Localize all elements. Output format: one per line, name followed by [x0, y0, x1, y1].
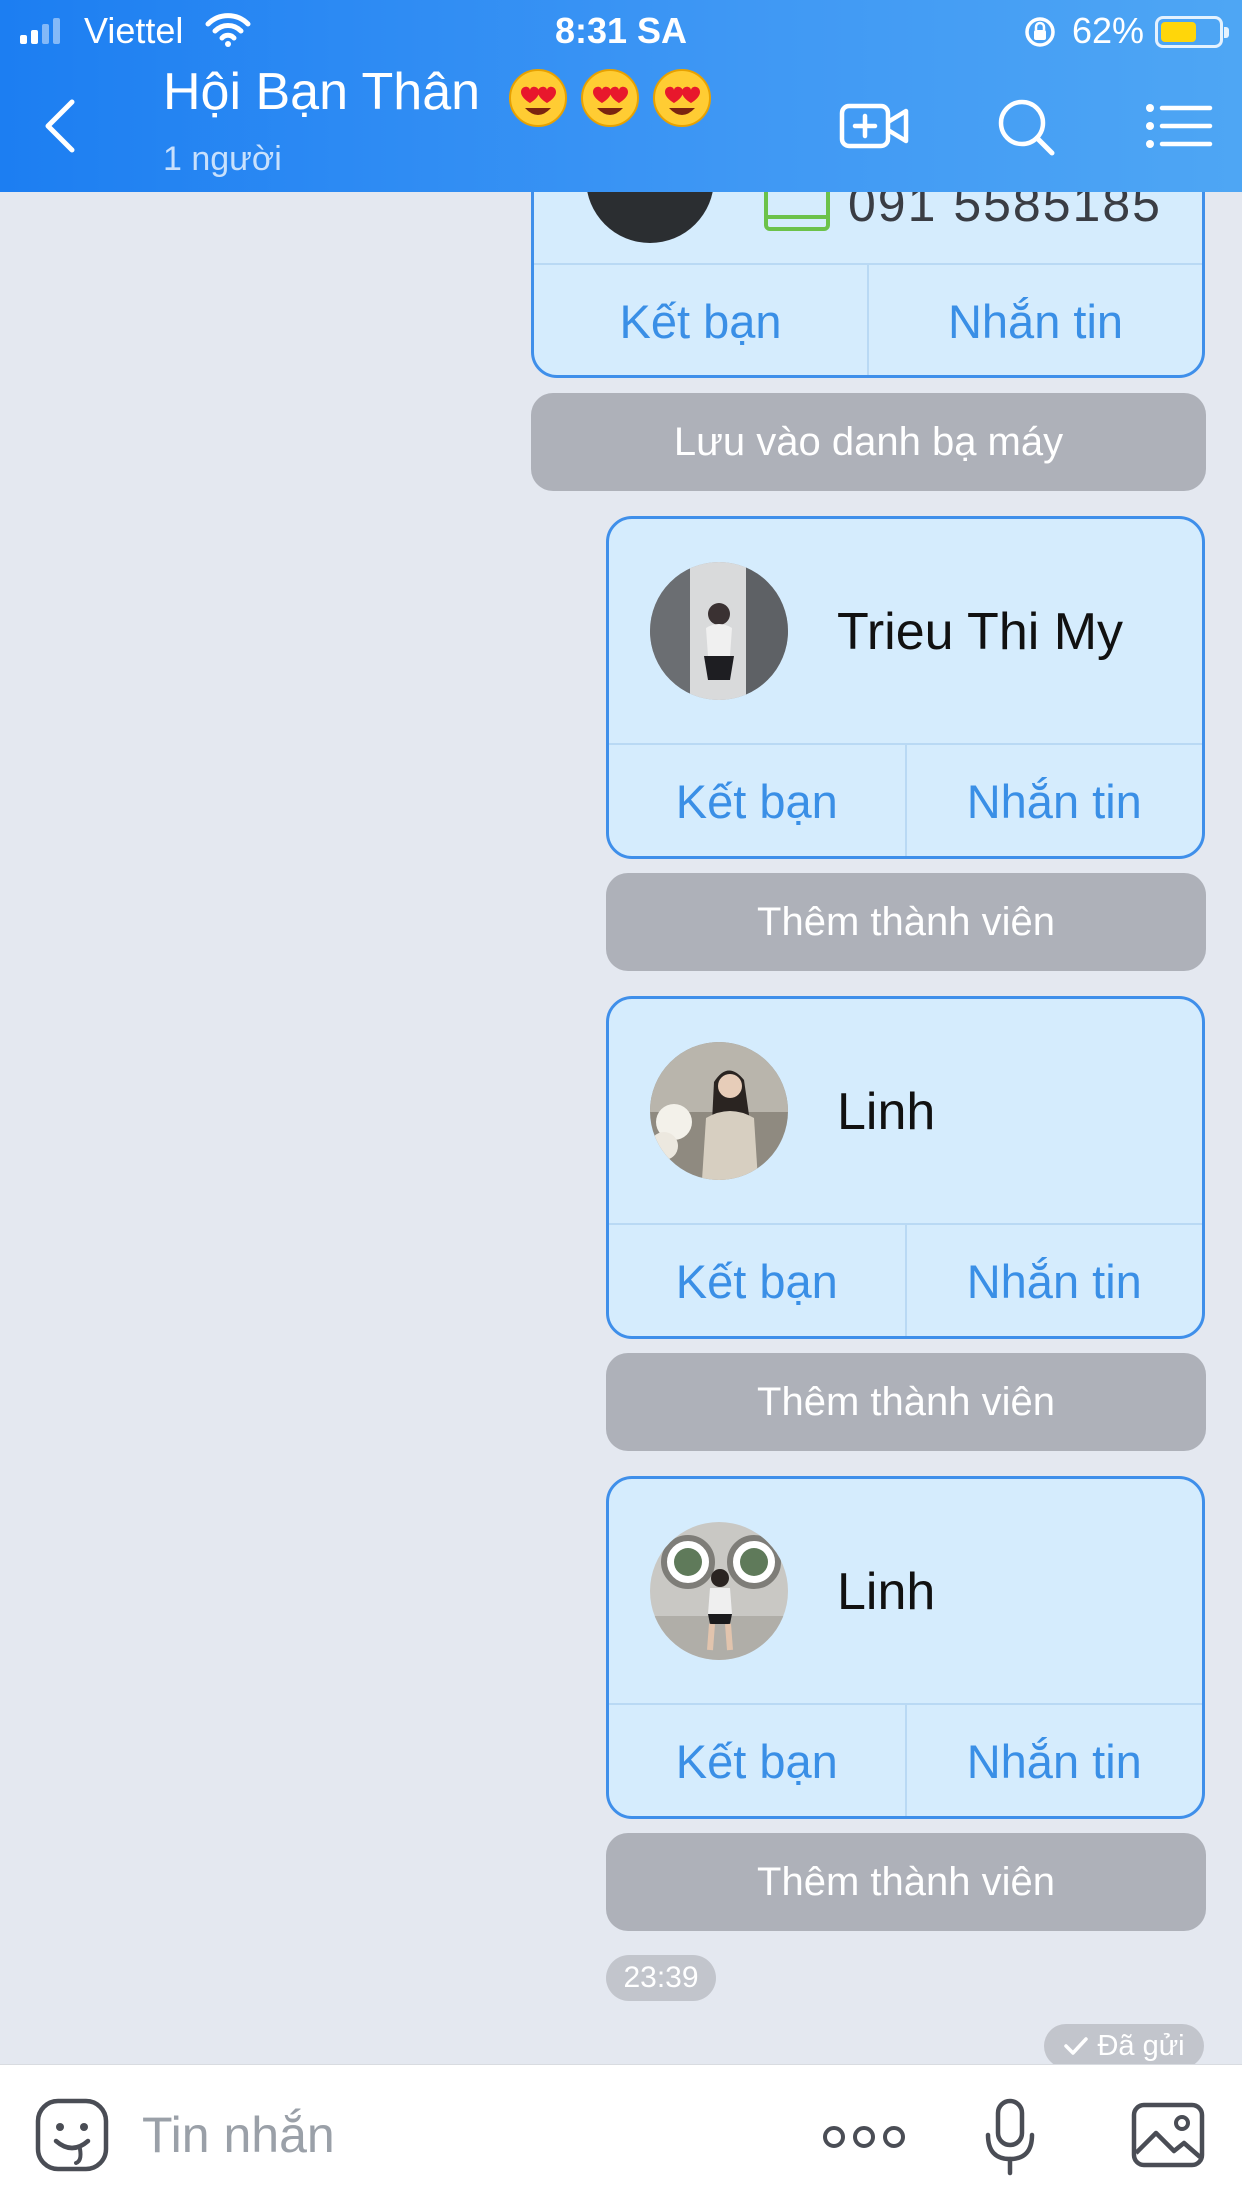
message-list[interactable]: 091 5585185 Kết bạn Nhắn tin Lưu vào dan…	[0, 192, 1242, 2064]
send-message-button[interactable]: Nhắn tin	[904, 1705, 1203, 1816]
send-message-button[interactable]: Nhắn tin	[867, 265, 1202, 375]
contact-card[interactable]: Linh Kết bạn Nhắn tin	[606, 996, 1205, 1339]
heart-eyes-emoji	[653, 69, 711, 127]
microphone-icon[interactable]	[982, 2097, 1038, 2177]
add-friend-button[interactable]: Kết bạn	[609, 1705, 905, 1816]
add-member-button[interactable]: Thêm thành viên	[606, 873, 1206, 971]
add-member-button[interactable]: Thêm thành viên	[606, 1353, 1206, 1451]
heart-eyes-emoji	[509, 69, 567, 127]
add-member-button[interactable]: Thêm thành viên	[606, 1833, 1206, 1931]
send-message-button[interactable]: Nhắn tin	[904, 745, 1203, 856]
contact-name: Linh	[837, 1563, 936, 1621]
menu-icon[interactable]	[1144, 96, 1216, 156]
sent-status-text: Đã gửi	[1097, 2029, 1185, 2062]
chat-header: Viettel 8:31 SA 62% Hội Bạn Thân 1 người	[0, 0, 1242, 192]
message-input[interactable]	[142, 2095, 762, 2175]
sticker-icon[interactable]	[34, 2097, 110, 2173]
chat-title[interactable]: Hội Bạn Thân	[163, 62, 480, 122]
more-icon[interactable]	[822, 2117, 906, 2157]
add-friend-button[interactable]: Kết bạn	[609, 1225, 905, 1336]
battery-icon	[1155, 16, 1229, 48]
contact-card[interactable]: 091 5585185 Kết bạn Nhắn tin	[531, 192, 1205, 378]
composer-bar	[0, 2064, 1242, 2208]
search-icon[interactable]	[990, 96, 1062, 156]
member-count: 1 người	[163, 140, 282, 178]
contact-phone: 091 5585185	[848, 192, 1162, 232]
video-call-icon[interactable]	[838, 96, 910, 156]
contact-avatar	[586, 192, 714, 243]
contact-card[interactable]: Linh Kết bạn Nhắn tin	[606, 1476, 1205, 1819]
contact-avatar	[650, 1042, 788, 1180]
save-contact-button[interactable]: Lưu vào danh bạ máy	[531, 393, 1206, 491]
status-bar: Viettel 8:31 SA 62%	[0, 0, 1242, 60]
rotation-lock-icon	[1025, 17, 1055, 47]
phone-card-icon	[764, 192, 830, 231]
check-icon	[1064, 2037, 1089, 2055]
contact-name: Linh	[837, 1083, 936, 1141]
add-friend-button[interactable]: Kết bạn	[534, 265, 867, 375]
back-icon[interactable]	[34, 96, 94, 156]
battery-percent: 62%	[1072, 10, 1145, 51]
image-icon[interactable]	[1130, 2099, 1206, 2171]
title-emojis	[508, 68, 712, 128]
contact-avatar	[650, 1522, 788, 1660]
heart-eyes-emoji	[581, 69, 639, 127]
contact-avatar	[650, 562, 788, 700]
send-message-button[interactable]: Nhắn tin	[904, 1225, 1203, 1336]
sent-status-badge: Đã gửi	[1044, 2024, 1204, 2064]
contact-card[interactable]: Trieu Thi My Kết bạn Nhắn tin	[606, 516, 1205, 859]
add-friend-button[interactable]: Kết bạn	[609, 745, 905, 856]
message-time: 23:39	[606, 1955, 716, 2001]
contact-name: Trieu Thi My	[837, 603, 1124, 661]
